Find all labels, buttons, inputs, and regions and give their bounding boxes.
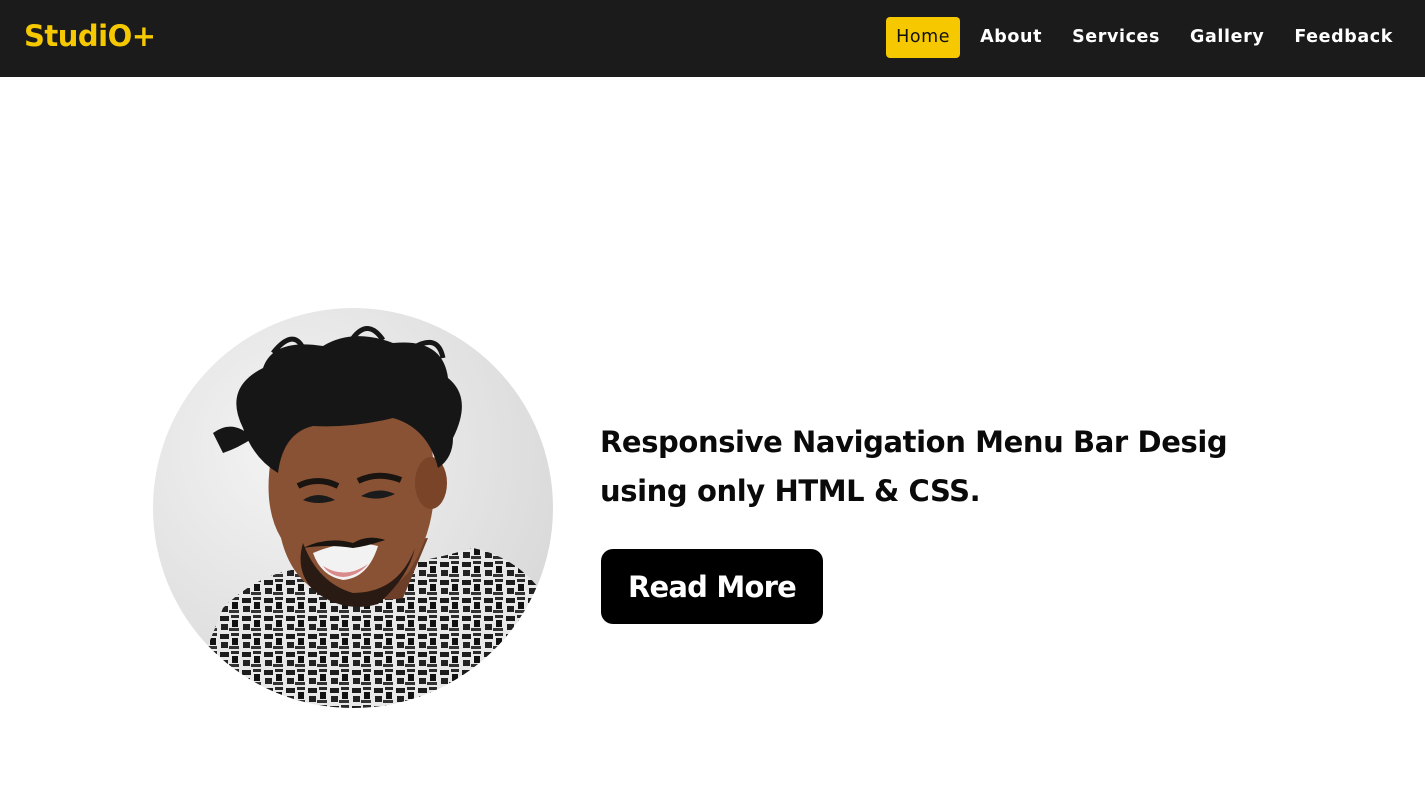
nav-item-gallery[interactable]: Gallery <box>1180 17 1274 58</box>
brand-logo[interactable]: StudiO+ <box>24 17 156 55</box>
nav-item-services[interactable]: Services <box>1062 17 1170 58</box>
hero-portrait-image <box>153 308 553 708</box>
navbar: StudiO+ Home About Services Gallery Feed… <box>0 0 1425 77</box>
portrait-illustration <box>153 308 553 708</box>
nav-item-home[interactable]: Home <box>886 17 961 58</box>
hero-title-line-1: Responsive Navigation Menu Bar Desig <box>600 425 1228 459</box>
nav-menu: Home About Services Gallery Feedback <box>876 17 1403 58</box>
hero-title-line-2: using only HTML & CSS. <box>600 474 981 508</box>
read-more-button[interactable]: Read More <box>601 549 823 624</box>
nav-item-feedback[interactable]: Feedback <box>1284 17 1403 58</box>
nav-item-about[interactable]: About <box>970 17 1052 58</box>
hero-title: Responsive Navigation Menu Bar Desig usi… <box>600 418 1300 516</box>
